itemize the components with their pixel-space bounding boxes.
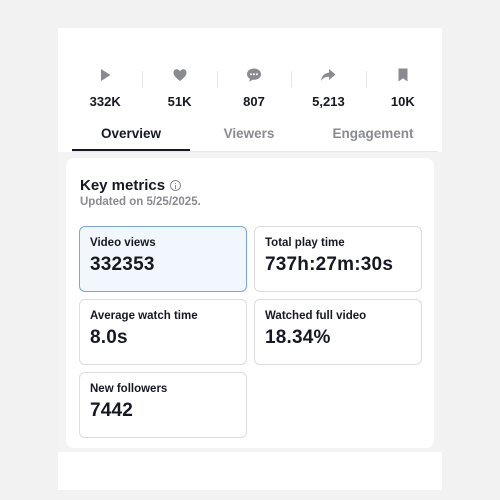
play-icon	[96, 66, 114, 84]
stat-saves-value: 10K	[390, 94, 415, 109]
video-stats-row: 332K 51K 807 5,213 10K	[68, 62, 440, 110]
metric-total-play-time[interactable]: Total play time 737h:27m:30s	[254, 226, 422, 292]
comment-icon	[245, 66, 263, 84]
stat-likes-value: 51K	[167, 94, 192, 109]
updated-date: Updated on 5/25/2025.	[80, 196, 201, 208]
tab-engagement[interactable]: Engagement	[308, 122, 438, 151]
metric-value: 737h:27m:30s	[265, 254, 394, 275]
metric-value: 18.34%	[265, 327, 331, 348]
metric-value: 8.0s	[90, 327, 128, 348]
stat-saves: 10K	[365, 62, 440, 110]
key-metrics-title: Key metrics	[80, 177, 166, 194]
analytics-tabs: Overview Viewers Engagement	[72, 122, 438, 152]
metric-label: Average watch time	[90, 310, 198, 322]
metric-label: Total play time	[265, 237, 345, 249]
stat-comments-value: 807	[243, 94, 265, 109]
metric-watched-full-video[interactable]: Watched full video 18.34%	[254, 299, 422, 365]
stat-views: 332K	[68, 62, 142, 110]
info-icon[interactable]	[170, 180, 182, 191]
metric-label: New followers	[90, 383, 168, 395]
bookmark-icon	[394, 66, 412, 84]
metric-average-watch-time[interactable]: Average watch time 8.0s	[79, 299, 247, 365]
metric-value: 332353	[90, 254, 155, 275]
stat-likes: 51K	[142, 62, 216, 110]
metric-new-followers[interactable]: New followers 7442	[79, 372, 247, 438]
metric-video-views[interactable]: Video views 332353	[79, 226, 247, 292]
stat-shares: 5,213	[291, 62, 365, 110]
stat-shares-value: 5,213	[312, 94, 345, 109]
share-icon	[319, 66, 337, 84]
tab-viewers[interactable]: Viewers	[190, 122, 308, 151]
stat-views-value: 332K	[89, 94, 121, 109]
metric-label: Video views	[90, 237, 156, 249]
metric-value: 7442	[90, 400, 134, 421]
heart-icon	[171, 66, 189, 84]
tab-overview[interactable]: Overview	[72, 122, 190, 151]
metric-label: Watched full video	[265, 310, 367, 322]
key-metrics-heading: Key metrics	[80, 177, 182, 194]
stat-comments: 807	[216, 62, 291, 110]
